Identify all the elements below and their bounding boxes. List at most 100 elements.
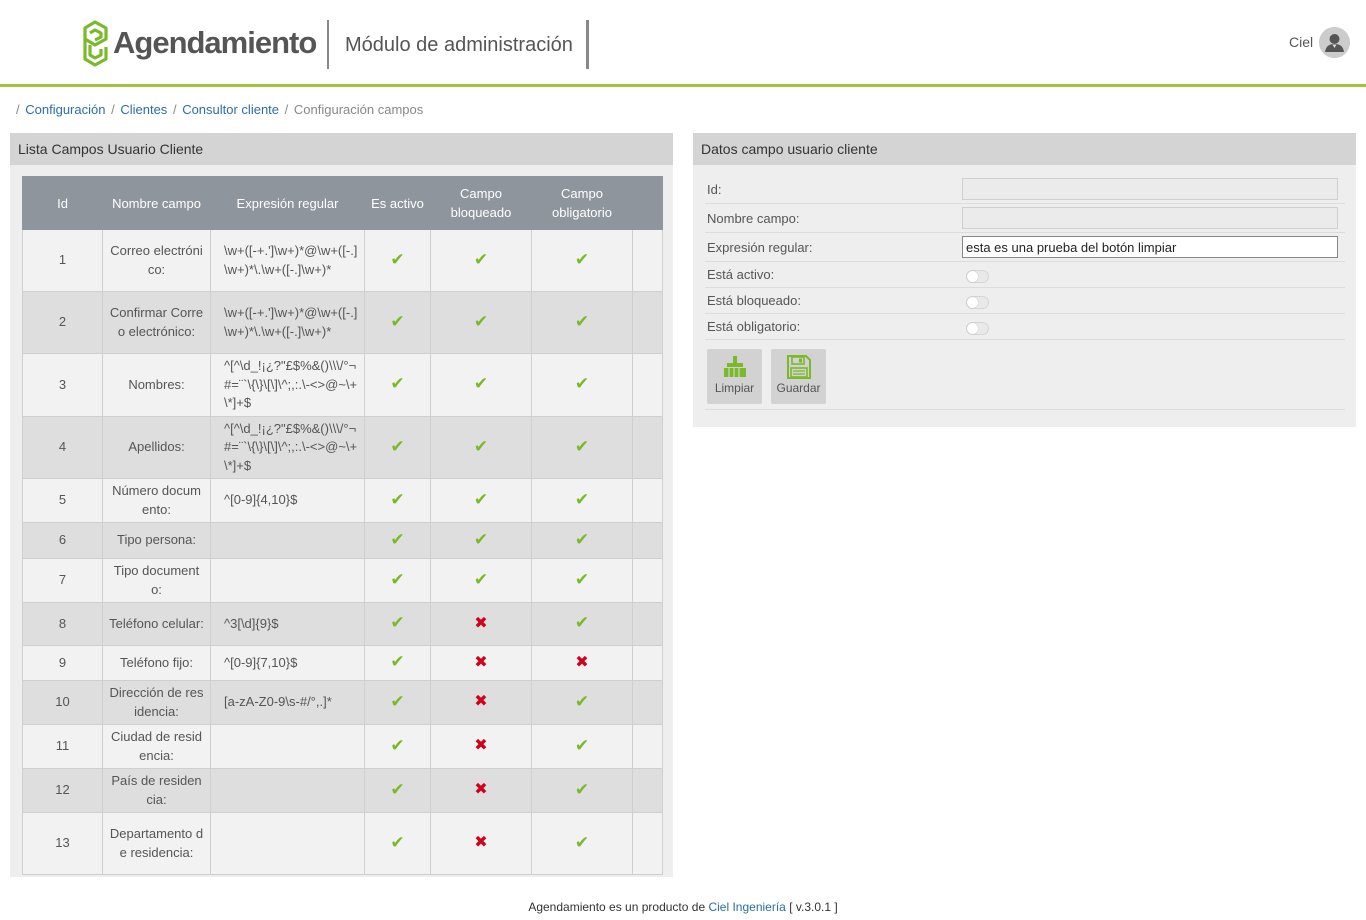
- column-header-id[interactable]: Id: [22, 176, 103, 230]
- user-avatar-icon[interactable]: [1319, 27, 1350, 58]
- table-row[interactable]: 13 Departamento de residencia: ✔ ✖ ✔: [22, 812, 663, 875]
- footer-text: Agendamiento es un producto de: [528, 900, 706, 914]
- check-icon: ✔: [390, 311, 405, 331]
- cell-required: ✔: [531, 291, 633, 354]
- app-logo[interactable]: Agendamiento: [82, 18, 317, 68]
- table-row[interactable]: 8 Teléfono celular: ^3[\d]{9}$ ✔ ✖ ✔: [22, 602, 663, 646]
- footer-company-link[interactable]: Ciel Ingeniería: [708, 900, 785, 914]
- cell-regex: [210, 724, 365, 769]
- column-header-name[interactable]: Nombre campo: [102, 176, 211, 230]
- cell-name: País de residencia:: [102, 768, 211, 813]
- panel-title: Datos campo usuario cliente: [693, 133, 1356, 165]
- regex-field[interactable]: [962, 236, 1338, 258]
- check-icon: ✔: [390, 613, 405, 633]
- table-row[interactable]: 7 Tipo documento: ✔ ✔ ✔: [22, 558, 663, 603]
- locked-toggle[interactable]: [966, 296, 989, 309]
- clear-button[interactable]: Limpiar: [707, 349, 762, 404]
- table-row[interactable]: 10 Dirección de residencia: [a-zA-Z0-9\s-#…: [22, 680, 663, 725]
- form-row-active: Está activo:: [705, 262, 1345, 288]
- cell-name: Apellidos:: [102, 415, 211, 479]
- active-label: Está activo:: [707, 267, 775, 282]
- column-header-locked[interactable]: Campo bloqueado: [430, 176, 532, 230]
- check-icon: ✔: [574, 311, 590, 331]
- cell-id: 12: [22, 768, 103, 813]
- id-field[interactable]: [962, 178, 1338, 200]
- cell-locked: ✖: [430, 645, 532, 681]
- cell-actions: [632, 415, 663, 479]
- check-icon: ✔: [473, 529, 489, 549]
- cell-required: ✔: [531, 415, 633, 479]
- check-icon: ✔: [390, 249, 405, 269]
- save-button[interactable]: Guardar: [771, 349, 826, 404]
- cell-name: Correo electrónico:: [102, 229, 211, 292]
- table-row[interactable]: 6 Tipo persona: ✔ ✔ ✔: [22, 522, 663, 559]
- cell-active: ✔: [364, 415, 431, 479]
- cell-active: ✔: [364, 353, 431, 417]
- cell-required: ✔: [531, 602, 633, 646]
- check-icon: ✔: [574, 613, 590, 633]
- cell-required: ✖: [531, 645, 633, 681]
- required-toggle[interactable]: [966, 322, 989, 335]
- cell-id: 6: [22, 522, 103, 559]
- app-header: Agendamiento Módulo de administración Ci…: [0, 0, 1366, 87]
- check-icon: ✔: [390, 691, 405, 711]
- form-row-id: Id:: [705, 175, 1345, 204]
- check-icon: ✔: [473, 569, 489, 589]
- field-form: Id: Nombre campo: Expresión regular: Est…: [705, 175, 1345, 410]
- cell-id: 3: [22, 353, 103, 417]
- table-row[interactable]: 11 Ciudad de residencia: ✔ ✖ ✔: [22, 724, 663, 769]
- cell-locked: ✔: [430, 522, 532, 559]
- cell-locked: ✖: [430, 724, 532, 769]
- user-name[interactable]: Ciel: [1289, 34, 1313, 50]
- cell-id: 13: [22, 812, 103, 875]
- cell-active: ✔: [364, 291, 431, 354]
- cell-active: ✔: [364, 602, 431, 646]
- cell-id: 8: [22, 602, 103, 646]
- cross-icon: ✖: [474, 737, 488, 755]
- clear-button-label: Limpiar: [714, 381, 755, 395]
- cell-active: ✔: [364, 680, 431, 725]
- check-icon: ✔: [574, 691, 590, 711]
- check-icon: ✔: [390, 779, 405, 799]
- table-row[interactable]: 1 Correo electrónico: \w+([-+.']\w+)*@\w+(…: [22, 229, 663, 292]
- check-icon: ✔: [574, 436, 590, 456]
- active-toggle[interactable]: [966, 270, 989, 283]
- cell-required: ✔: [531, 229, 633, 292]
- cell-locked: ✔: [430, 478, 532, 523]
- cell-locked: ✔: [430, 229, 532, 292]
- table-row[interactable]: 2 Confirmar Correo electrónico: \w+([-+.']…: [22, 291, 663, 354]
- cell-name: Confirmar Correo electrónico:: [102, 291, 211, 354]
- cell-required: ✔: [531, 558, 633, 603]
- column-header-regex[interactable]: Expresión regular: [210, 176, 365, 230]
- check-icon: ✔: [390, 569, 405, 589]
- floppy-disk-icon: [786, 355, 811, 379]
- breadcrumb-link-consultor-cliente[interactable]: Consultor cliente: [182, 102, 279, 117]
- cell-required: ✔: [531, 680, 633, 725]
- table-row[interactable]: 5 Número documento: ^[0-9]{4,10}$ ✔ ✔ ✔: [22, 478, 663, 523]
- fields-table: Id Nombre campo Expresión regular Es act…: [22, 176, 663, 875]
- cell-regex: [210, 812, 365, 875]
- breadcrumb-link-configuracion[interactable]: Configuración: [25, 102, 105, 117]
- cell-name: Número documento:: [102, 478, 211, 523]
- name-field[interactable]: [962, 207, 1338, 229]
- name-label: Nombre campo:: [707, 211, 800, 226]
- cell-active: ✔: [364, 768, 431, 813]
- cell-regex: ^[^\d_!¡¿?"£$%&()\\\/°¬#=¨`\{\}\[\]\^;,:…: [210, 353, 365, 417]
- column-header-required[interactable]: Campo obligatorio: [531, 176, 633, 230]
- table-row[interactable]: 4 Apellidos: ^[^\d_!¡¿?"£$%&()\\\/°¬#=¨`\{…: [22, 415, 663, 479]
- cell-regex: [a-zA-Z0-9\s-#/°,.]*: [210, 680, 365, 725]
- breadcrumb-link-clientes[interactable]: Clientes: [120, 102, 167, 117]
- check-icon: ✔: [574, 832, 590, 852]
- cell-active: ✔: [364, 645, 431, 681]
- table-row[interactable]: 3 Nombres: ^[^\d_!¡¿?"£$%&()\\\/°¬#=¨`\{\}…: [22, 353, 663, 417]
- check-icon: ✔: [473, 374, 489, 393]
- table-row[interactable]: 9 Teléfono fijo: ^[0-9]{7,10}$ ✔ ✖ ✖: [22, 645, 663, 681]
- table-row[interactable]: 12 País de residencia: ✔ ✖ ✔: [22, 768, 663, 813]
- column-header-active[interactable]: Es activo: [364, 176, 431, 230]
- check-icon: ✔: [574, 529, 590, 549]
- cell-locked: ✔: [430, 353, 532, 417]
- check-icon: ✔: [390, 529, 405, 549]
- check-icon: ✔: [390, 374, 405, 393]
- cross-icon: ✖: [474, 614, 488, 632]
- cell-actions: [632, 724, 663, 769]
